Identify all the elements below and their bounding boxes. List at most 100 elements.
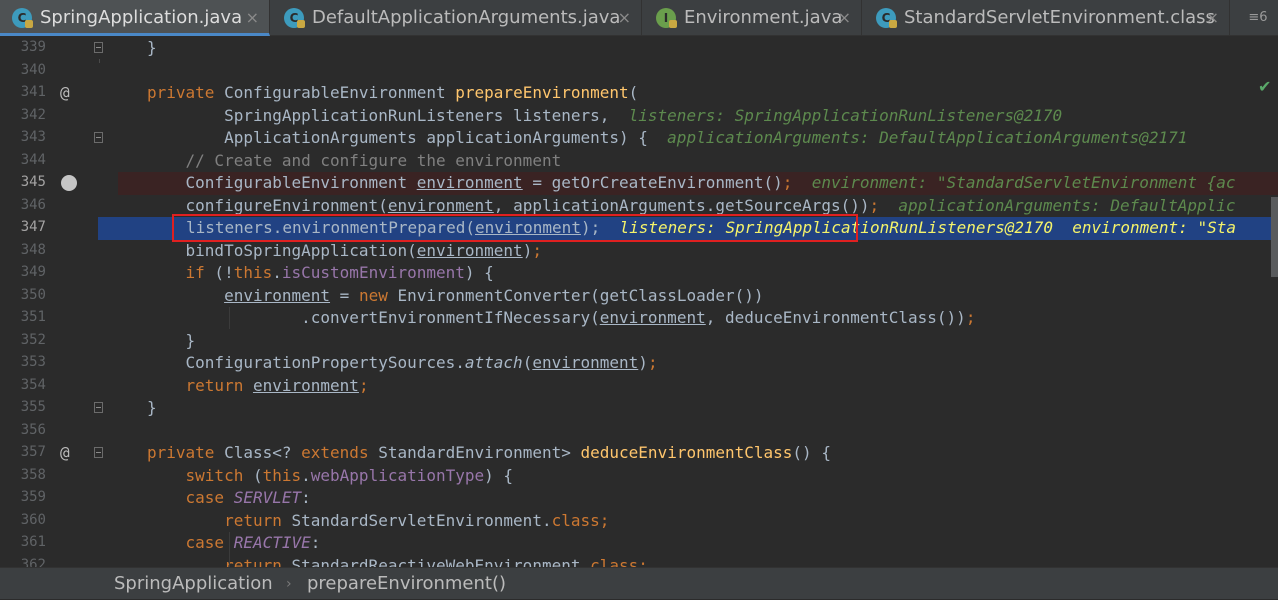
line-number: 351 bbox=[20, 309, 46, 325]
code-text: bindToSpringApplication(environment); bbox=[147, 240, 542, 260]
fold-marker-icon[interactable] bbox=[94, 447, 103, 458]
code-line-360: 360 return StandardServletEnvironment.cl… bbox=[0, 510, 1278, 533]
tab-label: SpringApplication.java bbox=[40, 7, 243, 28]
code-text: ConfigurationPropertySources.attach(envi… bbox=[147, 353, 658, 372]
close-icon[interactable]: × bbox=[838, 0, 851, 36]
code-line-350: 350 environment = new EnvironmentConvert… bbox=[0, 285, 1278, 308]
line-number: 346 bbox=[20, 196, 46, 213]
code-text: ConfigurableEnvironment environment = ge… bbox=[147, 173, 1236, 192]
code-text: } bbox=[147, 38, 157, 57]
line-number: 353 bbox=[20, 354, 46, 370]
tab-environment-java[interactable]: I Environment.java × bbox=[644, 0, 862, 36]
debug-inline-value: environment: "StandardServletEnvironment… bbox=[792, 173, 1236, 192]
code-text: .convertEnvironmentIfNecessary(environme… bbox=[147, 308, 976, 327]
debug-inline-value: listeners: SpringApplicationRunListeners… bbox=[609, 105, 1063, 125]
readonly-lock-icon bbox=[889, 20, 897, 28]
code-text: } bbox=[147, 398, 157, 417]
debug-inline-value: applicationArguments: DefaultApplication… bbox=[647, 128, 1188, 147]
readonly-lock-icon bbox=[669, 20, 677, 28]
line-number: 359 bbox=[20, 489, 46, 505]
code-line-351: 351 .convertEnvironmentIfNecessary(envir… bbox=[0, 307, 1278, 330]
code-text: private Class<? extends StandardEnvironm… bbox=[147, 443, 831, 462]
code-line-340: 340 bbox=[0, 60, 1278, 83]
readonly-lock-icon bbox=[297, 20, 305, 28]
line-number: 355 bbox=[20, 399, 46, 415]
breakpoint-icon[interactable] bbox=[61, 175, 77, 191]
close-icon[interactable]: × bbox=[1206, 0, 1219, 36]
code-line-349: 349 if (!this.isCustomEnvironment) { bbox=[0, 262, 1278, 285]
tab-defaultapplicationarguments-java[interactable]: C DefaultApplicationArguments.java × bbox=[272, 0, 642, 36]
code-line-362: 362 return StandardReactiveWebEnvironmen… bbox=[0, 555, 1278, 568]
line-number: 356 bbox=[20, 421, 46, 438]
line-number: 344 bbox=[20, 151, 46, 168]
code-text: return environment; bbox=[185, 375, 369, 395]
line-number: 349 bbox=[20, 264, 46, 280]
line-number: 352 bbox=[20, 331, 46, 348]
breadcrumb: SpringApplication › prepareEnvironment() bbox=[0, 567, 1278, 599]
code-text: return StandardServletEnvironment.class; bbox=[224, 510, 610, 530]
chevron-right-icon: › bbox=[286, 576, 292, 592]
override-marker-icon[interactable]: @ bbox=[60, 83, 70, 102]
override-marker-icon[interactable]: @ bbox=[60, 443, 70, 462]
editor-tab-bar: C SpringApplication.java × C DefaultAppl… bbox=[0, 0, 1278, 36]
tab-label: DefaultApplicationArguments.java bbox=[312, 7, 621, 28]
code-line-357: 357 @ private Class<? extends StandardEn… bbox=[0, 442, 1278, 465]
vertical-scrollbar-thumb[interactable] bbox=[1271, 197, 1278, 277]
line-number: 345 bbox=[20, 174, 46, 190]
code-line-359: 359 case SERVLET: bbox=[0, 487, 1278, 510]
indent-guide bbox=[229, 532, 230, 567]
debug-inline-value: applicationArguments: DefaultApplic bbox=[879, 195, 1236, 215]
code-editor[interactable]: 339 } 340 341 @ private ConfigurableEnvi… bbox=[0, 37, 1278, 567]
code-text: if (!this.isCustomEnvironment) { bbox=[185, 263, 494, 282]
code-text: } bbox=[147, 330, 196, 350]
code-line-341: 341 @ private ConfigurableEnvironment pr… bbox=[0, 82, 1278, 105]
code-text: case REACTIVE: bbox=[185, 533, 321, 552]
code-line-344: 344 // Create and configure the environm… bbox=[0, 150, 1278, 173]
annotation-highlight-box bbox=[172, 214, 858, 242]
close-icon[interactable]: × bbox=[618, 0, 631, 36]
readonly-lock-icon bbox=[25, 20, 33, 28]
line-number: 358 bbox=[20, 466, 46, 483]
line-number: 342 bbox=[20, 106, 46, 123]
indent-guide bbox=[229, 307, 230, 329]
code-line-348: 348 bindToSpringApplication(environment)… bbox=[0, 240, 1278, 263]
code-text: configureEnvironment(environment, applic… bbox=[147, 195, 1236, 215]
code-line-345: 345 ConfigurableEnvironment environment … bbox=[0, 172, 1278, 195]
tab-overflow-button[interactable]: ≡6 bbox=[1238, 0, 1278, 36]
line-number: 361 bbox=[20, 534, 46, 550]
code-line-356: 356 bbox=[0, 420, 1278, 443]
code-text: return StandardReactiveWebEnvironment.cl… bbox=[224, 555, 648, 568]
fold-marker-icon[interactable] bbox=[94, 42, 103, 53]
code-text: environment = new EnvironmentConverter(g… bbox=[224, 285, 764, 305]
tab-standardservletenvironment-class[interactable]: C StandardServletEnvironment.class × bbox=[864, 0, 1230, 36]
breadcrumb-class[interactable]: SpringApplication bbox=[114, 568, 273, 600]
line-number: 348 bbox=[20, 241, 46, 258]
line-number: 343 bbox=[20, 129, 46, 145]
line-number: 340 bbox=[20, 61, 46, 78]
code-line-343: 343 ApplicationArguments applicationArgu… bbox=[0, 127, 1278, 150]
code-line-342: 342 SpringApplicationRunListeners listen… bbox=[0, 105, 1278, 128]
code-line-353: 353 ConfigurationPropertySources.attach(… bbox=[0, 352, 1278, 375]
line-number: 360 bbox=[20, 511, 46, 528]
line-number: 339 bbox=[20, 39, 46, 55]
code-line-339: 339 } bbox=[0, 37, 1278, 60]
code-text: switch (this.webApplicationType) { bbox=[185, 465, 514, 485]
line-number: 357 bbox=[20, 444, 46, 460]
code-comment: // Create and configure the environment bbox=[147, 150, 562, 170]
breadcrumb-method[interactable]: prepareEnvironment() bbox=[307, 568, 506, 600]
code-text: private ConfigurableEnvironment prepareE… bbox=[147, 83, 639, 102]
tab-label: StandardServletEnvironment.class bbox=[904, 7, 1215, 28]
close-icon[interactable]: × bbox=[246, 0, 259, 36]
code-line-355: 355 } bbox=[0, 397, 1278, 420]
line-number: 362 bbox=[20, 556, 46, 568]
fold-marker-icon[interactable] bbox=[94, 402, 103, 413]
code-text: case SERVLET: bbox=[185, 488, 311, 507]
code-line-354: 354 return environment; bbox=[0, 375, 1278, 398]
tab-springapplication-java[interactable]: C SpringApplication.java × bbox=[0, 0, 270, 36]
code-line-352: 352 } bbox=[0, 330, 1278, 353]
code-line-358: 358 switch (this.webApplicationType) { bbox=[0, 465, 1278, 488]
check-icon: ✔ bbox=[1258, 77, 1272, 96]
code-text: ApplicationArguments applicationArgument… bbox=[147, 128, 1188, 147]
line-number: 341 bbox=[20, 84, 46, 100]
fold-marker-icon[interactable] bbox=[94, 132, 103, 143]
